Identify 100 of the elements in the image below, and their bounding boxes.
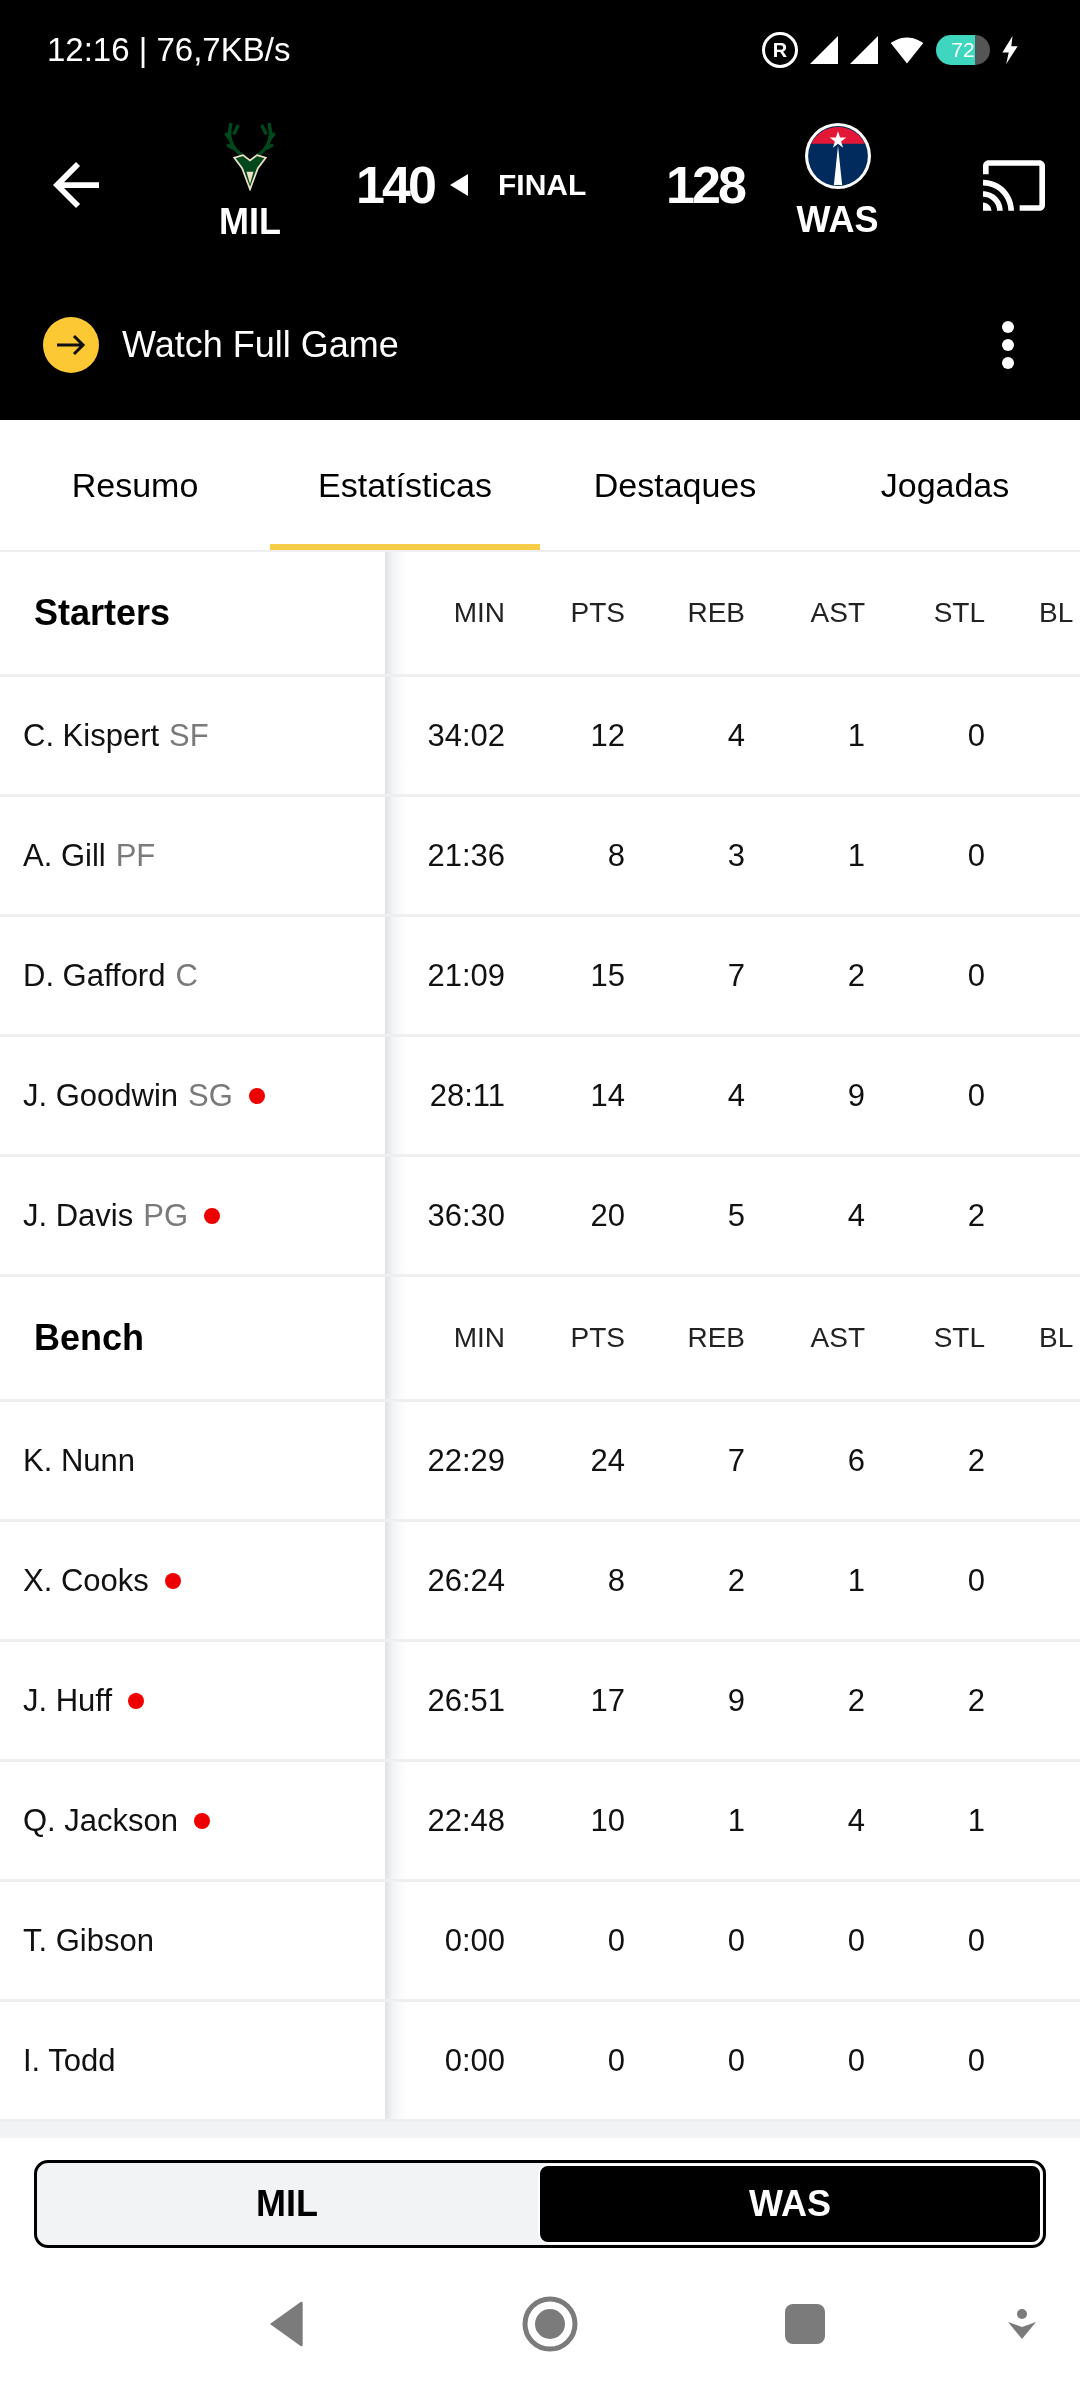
table-cell-text: 22:48 bbox=[426, 1802, 505, 1839]
team-toggle-button[interactable]: MIL bbox=[37, 2163, 537, 2245]
table-cell-text: 22:29 bbox=[426, 1442, 505, 1479]
table-cell-text: 1 bbox=[726, 1802, 745, 1839]
team-score: 128 bbox=[666, 155, 744, 215]
signal-icon bbox=[810, 36, 838, 64]
arrow-circle-icon[interactable] bbox=[43, 317, 99, 373]
player-name[interactable]: Q. Jackson bbox=[23, 1802, 179, 1839]
table-cell-text: 6 bbox=[846, 1442, 865, 1479]
home-icon[interactable] bbox=[522, 2296, 578, 2352]
table-cell-text: 24 bbox=[589, 1442, 625, 1479]
column-header[interactable]: AST bbox=[745, 1322, 865, 1354]
star-ball-icon bbox=[804, 123, 871, 189]
table-cell-text: 21:09 bbox=[426, 957, 505, 994]
table-cell-text: 20 bbox=[589, 1197, 625, 1234]
table-cell-text: 21:36 bbox=[426, 837, 505, 874]
registered-icon: R bbox=[762, 32, 798, 68]
table-cell-text: 2 bbox=[966, 1442, 985, 1479]
team-abbreviation: MIL bbox=[219, 201, 281, 243]
table-cell-text: 9 bbox=[726, 1682, 745, 1719]
player-name[interactable]: I. Todd bbox=[23, 2042, 116, 2079]
deer-head-icon bbox=[223, 121, 277, 191]
column-header[interactable]: REB bbox=[625, 1322, 745, 1354]
table-cell-text: 2 bbox=[846, 1682, 865, 1719]
player-name[interactable]: X. Cooks bbox=[23, 1562, 149, 1599]
wifi-icon bbox=[890, 36, 924, 64]
player-name[interactable]: A. Gill bbox=[23, 837, 106, 874]
table-cell-text: 0 bbox=[606, 2042, 625, 2079]
table-cell-text: 0 bbox=[966, 837, 985, 874]
table-cell-text: 4 bbox=[726, 717, 745, 754]
table-cell-text: 5 bbox=[726, 1197, 745, 1234]
tab[interactable]: Destaques bbox=[540, 420, 810, 550]
table-cell-text: 26:24 bbox=[426, 1562, 505, 1599]
table-cell-text: 7 bbox=[726, 1442, 745, 1479]
team-score: 140 bbox=[356, 155, 434, 215]
player-name[interactable]: D. Gafford bbox=[23, 957, 166, 994]
table-cell-text: 1 bbox=[846, 837, 865, 874]
table-cell-text: 4 bbox=[726, 1077, 745, 1114]
table-cell-text: 2 bbox=[726, 1562, 745, 1599]
player-name[interactable]: J. Goodwin bbox=[23, 1077, 179, 1114]
table-cell-text: 8 bbox=[606, 837, 625, 874]
recents-icon[interactable] bbox=[785, 2304, 825, 2344]
column-header[interactable]: REB bbox=[625, 597, 745, 629]
column-header[interactable]: STL bbox=[865, 597, 985, 629]
player-position: SF bbox=[169, 717, 209, 754]
more-options-icon[interactable] bbox=[1002, 321, 1014, 369]
table-cell-text: 7 bbox=[726, 957, 745, 994]
team-toggle-button[interactable]: WAS bbox=[538, 2164, 1042, 2244]
table-cell-text: 34:02 bbox=[426, 717, 505, 754]
table-cell-text: 2 bbox=[966, 1197, 985, 1234]
player-name[interactable]: K. Nunn bbox=[23, 1442, 135, 1479]
table-cell-text: 8 bbox=[606, 1562, 625, 1599]
watch-game-link[interactable]: Watch Full Game bbox=[122, 324, 399, 366]
table-cell-text: 0:00 bbox=[443, 1922, 505, 1959]
back-arrow-icon[interactable] bbox=[53, 162, 99, 208]
column-header[interactable]: PTS bbox=[505, 597, 625, 629]
dot-chevron-icon[interactable] bbox=[1008, 2309, 1036, 2339]
table-cell-text: 0 bbox=[966, 1562, 985, 1599]
table-cell-text: 0 bbox=[966, 957, 985, 994]
cast-icon[interactable] bbox=[983, 159, 1045, 211]
table-cell-text: 17 bbox=[589, 1682, 625, 1719]
game-status: FINAL bbox=[498, 168, 587, 202]
table-cell-text: 1 bbox=[846, 1562, 865, 1599]
signal-icon bbox=[850, 36, 878, 64]
table-cell-text: 1 bbox=[846, 717, 865, 754]
table-cell-text: 0 bbox=[966, 717, 985, 754]
table-cell-text: 12 bbox=[589, 717, 625, 754]
player-name[interactable]: J. Davis bbox=[23, 1197, 134, 1234]
table-cell-text: 15 bbox=[589, 957, 625, 994]
column-header[interactable]: PTS bbox=[505, 1322, 625, 1354]
column-header[interactable]: MIN bbox=[385, 1322, 505, 1354]
table-cell-text: 0 bbox=[966, 2042, 985, 2079]
column-header[interactable]: BL bbox=[985, 1322, 1080, 1354]
back-icon[interactable] bbox=[268, 2301, 306, 2347]
player-position: C bbox=[175, 957, 198, 994]
tab[interactable]: Resumo bbox=[0, 420, 270, 550]
table-cell-text: 3 bbox=[726, 837, 745, 874]
table-cell-text: 2 bbox=[966, 1682, 985, 1719]
column-header[interactable]: STL bbox=[865, 1322, 985, 1354]
table-cell-text: 26:51 bbox=[426, 1682, 505, 1719]
table-cell-text: 0 bbox=[726, 1922, 745, 1959]
charging-bolt-icon bbox=[1002, 36, 1018, 64]
team-abbreviation: WAS bbox=[796, 199, 879, 241]
tab[interactable]: Jogadas bbox=[810, 420, 1080, 550]
table-cell-text: 14 bbox=[589, 1077, 625, 1114]
player-name[interactable]: J. Huff bbox=[23, 1682, 113, 1719]
player-name[interactable]: T. Gibson bbox=[23, 1922, 154, 1959]
section-title: Bench bbox=[33, 1317, 145, 1359]
table-cell-text: 0 bbox=[606, 1922, 625, 1959]
player-name[interactable]: C. Kispert bbox=[23, 717, 160, 754]
column-header[interactable]: MIN bbox=[385, 597, 505, 629]
column-header[interactable]: BL bbox=[985, 597, 1080, 629]
table-cell-text: 0:00 bbox=[443, 2042, 505, 2079]
column-header[interactable]: AST bbox=[745, 597, 865, 629]
player-position: PF bbox=[115, 837, 156, 874]
battery-indicator: 72 bbox=[936, 35, 990, 65]
table-cell-text: 10 bbox=[589, 1802, 625, 1839]
status-time-speed: 12:16 | 76,7KB/s bbox=[47, 31, 291, 69]
table-cell-text: 2 bbox=[846, 957, 865, 994]
player-position: SG bbox=[188, 1077, 233, 1114]
